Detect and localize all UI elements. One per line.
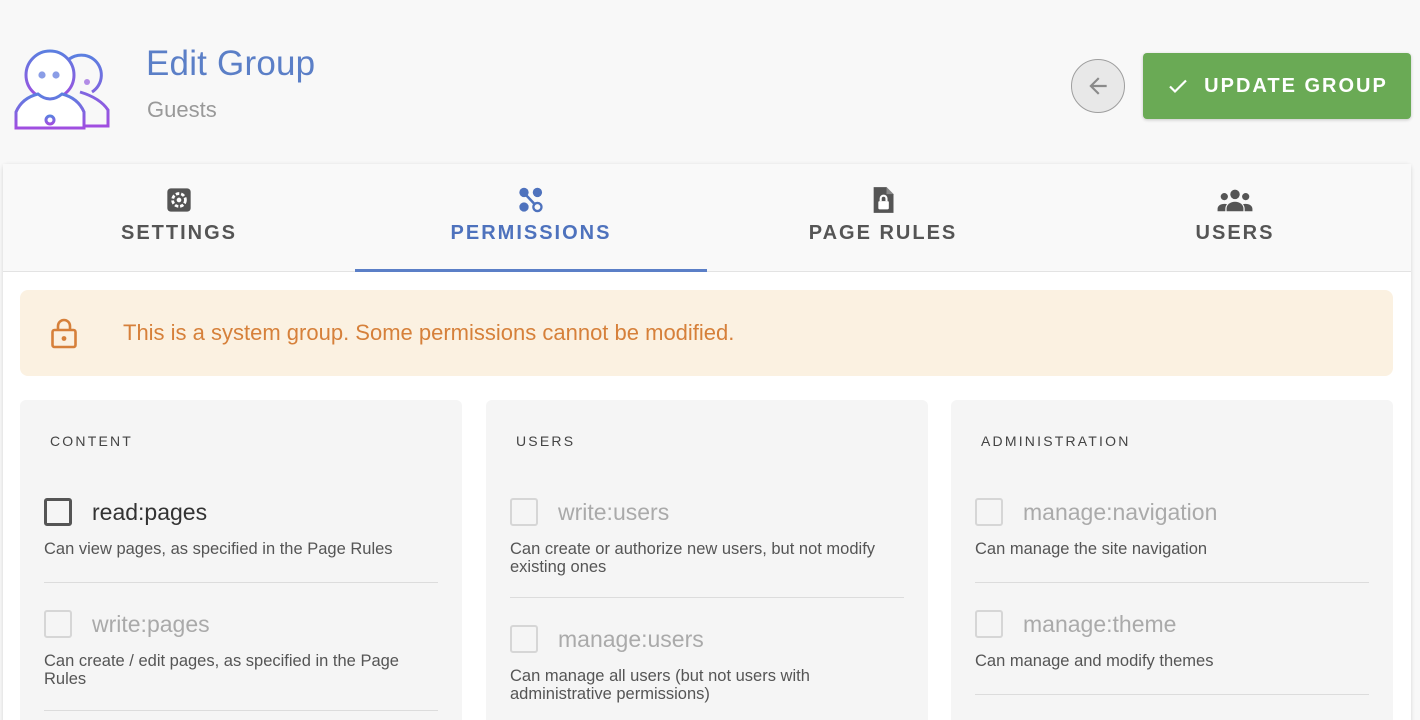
permission-item: manage:users Can manage all users (but n… [510, 625, 904, 703]
permission-description: Can create or authorize new users, but n… [510, 540, 876, 576]
permissions-icon [519, 187, 543, 213]
tab-settings[interactable]: SETTINGS [3, 164, 355, 271]
permission-name: manage:navigation [1023, 498, 1218, 525]
permission-item: read:pages Can view pages, as specified … [44, 498, 438, 558]
permission-item: manage:navigation Can manage the site na… [975, 498, 1369, 558]
tab-users[interactable]: USERS [1059, 164, 1411, 271]
permission-item: write:users Can create or authorize new … [510, 498, 904, 576]
tab-label: PAGE RULES [808, 222, 958, 244]
page-subtitle: Guests [147, 97, 217, 122]
update-group-label: UPDATE GROUP [1204, 74, 1388, 97]
permission-checkbox[interactable] [44, 498, 72, 526]
permission-name: write:pages [92, 610, 210, 637]
divider [44, 582, 438, 583]
tab-label: SETTINGS [120, 222, 237, 244]
column-title: USERS [516, 433, 576, 449]
permission-column-administration: ADMINISTRATION manage:navigation Can man… [951, 400, 1393, 720]
permission-column-users: USERS write:users Can create or authoriz… [486, 400, 928, 720]
gear-icon [167, 188, 191, 212]
back-button[interactable] [1071, 59, 1125, 113]
divider [975, 694, 1369, 695]
users-icon [1217, 189, 1253, 212]
permission-checkbox[interactable] [510, 498, 538, 526]
file-lock-icon [873, 187, 894, 213]
lock-icon [51, 318, 77, 349]
permission-name: manage:users [558, 625, 704, 652]
column-title: CONTENT [50, 433, 134, 449]
tab-bar: SETTINGS PERMISSIONS PAGE RULES USERS [3, 164, 1411, 272]
system-group-alert: This is a system group. Some permissions… [20, 290, 1393, 376]
permission-description: Can manage and modify themes [975, 652, 1214, 670]
page-title: Edit Group [146, 44, 316, 83]
permission-description: Can manage the site navigation [975, 540, 1208, 558]
group-editor-card: SETTINGS PERMISSIONS PAGE RULES USERS Th… [3, 164, 1411, 720]
divider [44, 710, 438, 711]
permission-description: Can view pages, as specified in the Page… [44, 540, 393, 558]
permission-checkbox[interactable] [975, 498, 1003, 526]
permission-checkbox[interactable] [510, 625, 538, 653]
arrow-left-icon [1089, 77, 1107, 95]
permission-checkbox[interactable] [44, 610, 72, 638]
alert-text: This is a system group. Some permissions… [123, 320, 735, 345]
divider [510, 597, 904, 598]
check-icon [1169, 79, 1187, 94]
permission-description: Can manage all users (but not users with… [510, 667, 810, 703]
page-header: Edit Group Guests UPDATE GROUP [0, 0, 1420, 160]
permission-name: read:pages [92, 498, 208, 525]
divider [975, 582, 1369, 583]
tab-label: PERMISSIONS [450, 222, 612, 244]
permission-description: Can create / edit pages, as specified in… [44, 652, 399, 688]
group-users-icon [14, 49, 110, 130]
permission-name: manage:theme [1023, 610, 1177, 637]
permission-name: write:users [558, 498, 670, 525]
tab-label: USERS [1195, 222, 1275, 244]
tab-page-rules[interactable]: PAGE RULES [707, 164, 1059, 271]
update-group-button[interactable]: UPDATE GROUP [1143, 53, 1411, 119]
permission-column-content: CONTENT read:pages Can view pages, as sp… [20, 400, 462, 720]
permission-item: write:pages Can create / edit pages, as … [44, 610, 438, 688]
permission-checkbox[interactable] [975, 610, 1003, 638]
column-title: ADMINISTRATION [981, 433, 1131, 449]
tab-permissions[interactable]: PERMISSIONS [355, 164, 707, 272]
permission-item: manage:theme Can manage and modify theme… [975, 610, 1369, 670]
